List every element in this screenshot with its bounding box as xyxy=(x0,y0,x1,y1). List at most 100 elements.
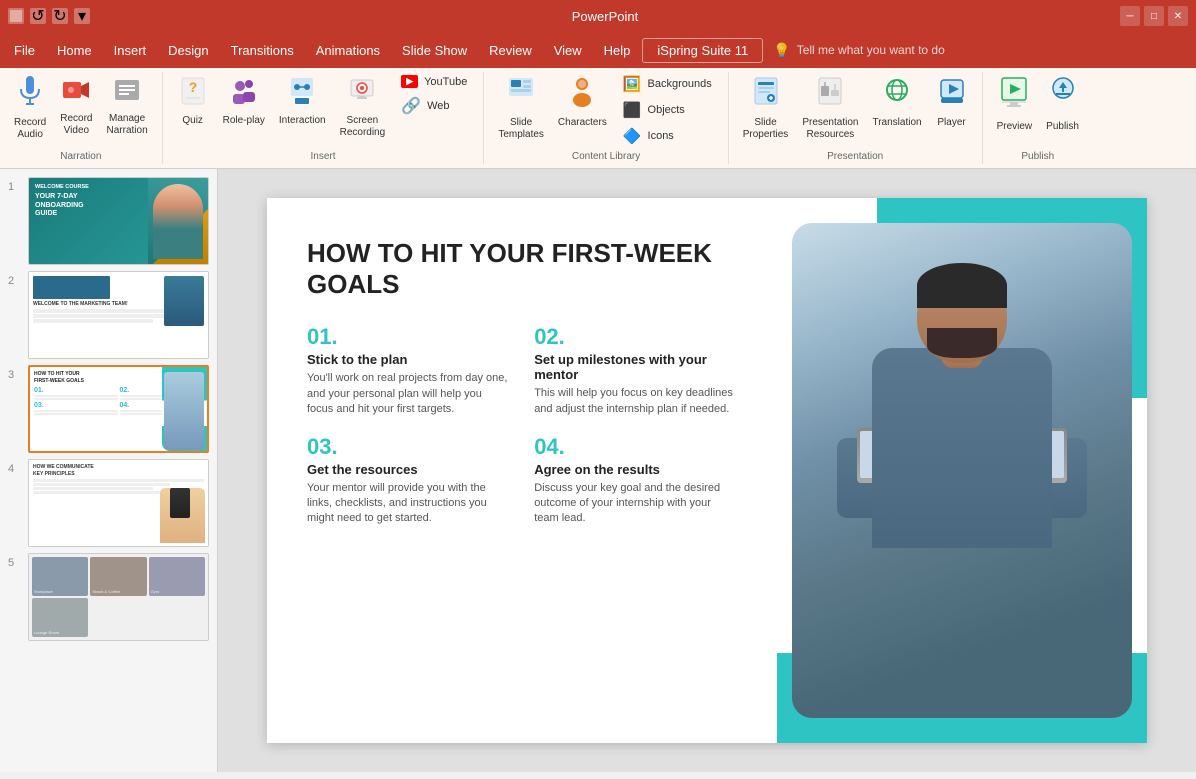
menu-animations[interactable]: Animations xyxy=(306,39,390,62)
close-button[interactable]: ✕ xyxy=(1168,6,1188,26)
player-label: Player xyxy=(937,117,965,129)
microphone-icon xyxy=(18,76,42,114)
menu-design[interactable]: Design xyxy=(158,39,218,62)
person-illustration xyxy=(807,258,1117,718)
undo-icon[interactable]: ↺ xyxy=(30,8,46,24)
presentation-resources-label: PresentationResources xyxy=(802,117,858,141)
slide-item-5[interactable]: 5 Workplace Snack & Coffee Gym Lounge Ro… xyxy=(8,553,209,641)
insert-section-label: Insert xyxy=(163,151,484,162)
slide-thumb-4[interactable]: HOW WE COMMUNICATEKEY PRINCIPLES xyxy=(28,459,209,547)
slide-properties-label: SlideProperties xyxy=(743,117,789,141)
menu-insert[interactable]: Insert xyxy=(104,39,157,62)
slide-heading: HOW TO HIT YOUR FIRST-WEEK GOALS xyxy=(307,238,737,300)
slide-item-2[interactable]: 2 WELCOME TO THE MARKETING TEAM! xyxy=(8,271,209,359)
menu-help[interactable]: Help xyxy=(594,39,641,62)
menu-file[interactable]: File xyxy=(4,39,45,62)
minimize-button[interactable]: ─ xyxy=(1120,6,1140,26)
slide-thumb-1[interactable]: WELCOME COURSE YOUR 7-DAYONBOARDINGGUIDE xyxy=(28,177,209,265)
youtube-label: YouTube xyxy=(424,76,467,88)
slide-2-line3 xyxy=(33,319,153,323)
goal-item-4: 04. Agree on the results Discuss your ke… xyxy=(534,434,737,527)
slide-4-line3 xyxy=(33,487,153,490)
slide-thumb-2[interactable]: WELCOME TO THE MARKETING TEAM! xyxy=(28,271,209,359)
slide-3-goal3: 03. xyxy=(34,402,118,415)
goals-grid: 01. Stick to the plan You'll work on rea… xyxy=(307,324,737,526)
presentation-resources-button[interactable]: PresentationResources xyxy=(796,72,864,145)
objects-button[interactable]: ⬛ Objects xyxy=(615,98,720,122)
interaction-label: Interaction xyxy=(279,115,326,127)
ribbon-section-narration: RecordAudio RecordVideo ManageNarration … xyxy=(0,72,163,164)
slide-properties-button[interactable]: SlideProperties xyxy=(737,72,795,145)
slide-3-person xyxy=(164,372,204,450)
slide-5-img1: Workplace xyxy=(32,557,88,596)
youtube-button[interactable]: ▶ YouTube xyxy=(393,72,475,91)
presentation-resources-icon xyxy=(817,76,843,114)
slide-3-photo-area xyxy=(162,367,207,451)
slide-properties-icon xyxy=(753,76,779,114)
player-button[interactable]: Player xyxy=(930,72,974,133)
ispring-tab[interactable]: iSpring Suite 11 xyxy=(642,38,763,63)
icons-icon: 🔷 xyxy=(623,127,642,145)
quiz-icon: ? xyxy=(180,76,206,112)
screen-recording-label: ScreenRecording xyxy=(340,115,386,139)
slide-2-line2 xyxy=(33,314,170,318)
menu-slideshow[interactable]: Slide Show xyxy=(392,39,477,62)
record-audio-button[interactable]: RecordAudio xyxy=(8,72,52,145)
search-box: 💡 Tell me what you want to do xyxy=(773,42,1192,59)
goal-4-num: 04. xyxy=(534,434,737,460)
slide-4-line2 xyxy=(33,483,170,486)
web-icon: 🔗 xyxy=(401,96,421,116)
canvas-area: HOW TO HIT YOUR FIRST-WEEK GOALS 01. Sti… xyxy=(218,169,1196,772)
publish-icon xyxy=(1050,76,1076,118)
preview-icon xyxy=(1001,76,1027,118)
role-play-button[interactable]: Role-play xyxy=(217,72,271,131)
app-icon xyxy=(8,8,24,24)
publish-button[interactable]: Publish xyxy=(1040,72,1085,137)
slide-thumb-5[interactable]: Workplace Snack & Coffee Gym Lounge Room xyxy=(28,553,209,641)
slide-4-bg: HOW WE COMMUNICATEKEY PRINCIPLES xyxy=(29,460,208,546)
icons-button[interactable]: 🔷 Icons xyxy=(615,124,720,148)
video-camera-icon xyxy=(62,76,90,110)
presentation-section-label: Presentation xyxy=(729,151,982,162)
goal-2-desc: This will help you focus on key deadline… xyxy=(534,386,737,417)
record-video-label: RecordVideo xyxy=(60,113,92,137)
menu-home[interactable]: Home xyxy=(47,39,102,62)
narration-icon xyxy=(113,76,141,110)
slide-thumb-3[interactable]: HOW TO HIT YOURFIRST-WEEK GOALS 01. 02. … xyxy=(28,365,209,453)
slide-templates-button[interactable]: SlideTemplates xyxy=(492,72,550,145)
goal-3-desc: Your mentor will provide you with the li… xyxy=(307,481,510,527)
translation-button[interactable]: Translation xyxy=(866,72,927,133)
record-audio-label: RecordAudio xyxy=(14,117,46,141)
goal-2-num: 02. xyxy=(534,324,737,350)
objects-label: Objects xyxy=(648,104,685,116)
manage-narration-button[interactable]: ManageNarration xyxy=(101,72,154,141)
narration-section-label: Narration xyxy=(0,151,162,162)
person-beard xyxy=(927,328,997,358)
maximize-button[interactable]: □ xyxy=(1144,6,1164,26)
slide-item-1[interactable]: 1 WELCOME COURSE YOUR 7-DAYONBOARDINGGUI… xyxy=(8,177,209,265)
slide-1-bg: WELCOME COURSE YOUR 7-DAYONBOARDINGGUIDE xyxy=(29,178,208,264)
slide-num-3: 3 xyxy=(8,369,22,381)
slide-2-photo xyxy=(164,276,204,326)
redo-icon[interactable]: ↻ xyxy=(52,8,68,24)
menu-transitions[interactable]: Transitions xyxy=(221,39,304,62)
backgrounds-button[interactable]: 🖼️ Backgrounds xyxy=(615,72,720,96)
slide-item-3[interactable]: 3 HOW TO HIT YOURFIRST-WEEK GOALS 01. 02… xyxy=(8,365,209,453)
web-video-col: ▶ YouTube 🔗 Web xyxy=(393,72,475,119)
goal-4-title: Agree on the results xyxy=(534,462,737,477)
preview-button[interactable]: Preview xyxy=(991,72,1039,137)
menu-review[interactable]: Review xyxy=(479,39,542,62)
ribbon: RecordAudio RecordVideo ManageNarration … xyxy=(0,68,1196,169)
characters-button[interactable]: Characters xyxy=(552,72,613,133)
interaction-button[interactable]: Interaction xyxy=(273,72,332,131)
slide-item-4[interactable]: 4 HOW WE COMMUNICATEKEY PRINCIPLES xyxy=(8,459,209,547)
goal-1-title: Stick to the plan xyxy=(307,352,510,367)
slide-5-img3: Gym xyxy=(149,557,205,596)
slide-5-img4: Lounge Room xyxy=(32,598,88,637)
screen-recording-button[interactable]: ScreenRecording xyxy=(334,72,392,143)
web-button[interactable]: 🔗 Web xyxy=(393,93,475,119)
record-video-button[interactable]: RecordVideo xyxy=(54,72,98,141)
quiz-button[interactable]: ? Quiz xyxy=(171,72,215,131)
menu-view[interactable]: View xyxy=(544,39,592,62)
customize-icon[interactable]: ▾ xyxy=(74,8,90,24)
